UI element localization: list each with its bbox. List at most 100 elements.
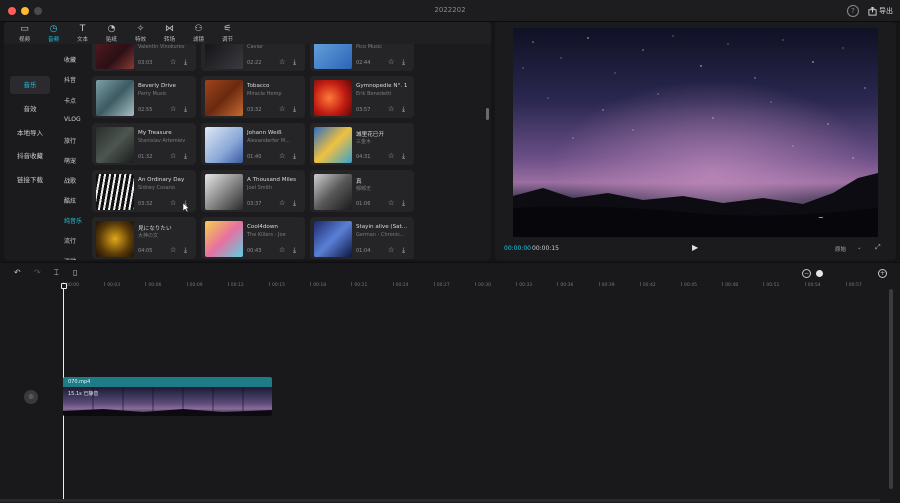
tab-transition[interactable]: ⋈ 转场 [155, 22, 184, 44]
timeline-vertical-scrollbar[interactable] [889, 289, 893, 489]
music-card[interactable]: Caviar 02:22 ☆ ⤓ [201, 44, 305, 71]
sidebar-item-local-import[interactable]: 本地导入 [10, 124, 50, 142]
category-battle[interactable]: 战歌 [64, 176, 76, 185]
category-travel[interactable]: 旅行 [64, 136, 76, 145]
download-icon[interactable]: ⤓ [184, 246, 187, 255]
download-icon[interactable]: ⤓ [184, 105, 187, 114]
help-button[interactable]: ? [847, 5, 859, 17]
favorite-star-icon[interactable]: ☆ [279, 105, 285, 113]
play-icon[interactable]: ▶ [692, 243, 698, 252]
download-icon[interactable]: ⤓ [293, 246, 296, 255]
category-cool[interactable]: 酷炫 [64, 196, 76, 205]
download-icon[interactable]: ⤓ [402, 246, 405, 255]
aspect-ratio-button[interactable]: 原始 [835, 245, 846, 253]
category-beat[interactable]: 卡点 [64, 96, 76, 105]
download-icon[interactable]: ⤓ [402, 105, 405, 114]
download-icon[interactable]: ⤓ [293, 58, 296, 67]
ruler-tick [722, 282, 724, 286]
category-vlog[interactable]: VLOG [64, 116, 81, 123]
favorite-star-icon[interactable]: ☆ [170, 246, 176, 254]
favorite-star-icon[interactable]: ☆ [388, 199, 394, 207]
download-icon[interactable]: ⤓ [402, 58, 405, 67]
music-card[interactable]: A Thousand Miles Joel Smith 03:37 ☆ ⤓ [201, 170, 305, 212]
ruler-tick-label: 00:33 [519, 283, 533, 288]
tab-adjust[interactable]: ⚟ 调节 [213, 22, 242, 44]
ruler-tick [310, 282, 312, 286]
tab-sticker[interactable]: ◔ 贴纸 [97, 22, 126, 44]
effects-icon: ✧ [136, 23, 145, 34]
music-card[interactable]: Stayin alive (Sat... German - Chronic...… [310, 217, 414, 259]
split-icon[interactable]: ⌶ [54, 268, 59, 278]
sidebar-item-sound-effects[interactable]: 音效 [10, 100, 50, 118]
music-card[interactable]: Johann Weiß Alexanderfer M... 01:40 ☆ ⤓ [201, 123, 305, 165]
track-cover-icon[interactable]: ◎ [24, 390, 38, 404]
music-card[interactable]: An Ordinary Day Sidney Cosano 03:32 ☆ ⤓ [92, 170, 196, 212]
category-sports[interactable]: 运动 [64, 256, 76, 260]
sidebar-item-link-download[interactable]: 链接下载 [10, 171, 50, 189]
favorite-star-icon[interactable]: ☆ [279, 152, 285, 160]
timeline-horizontal-scrollbar[interactable] [0, 499, 880, 502]
sidebar-item-music[interactable]: 音乐 [10, 76, 50, 94]
category-pop[interactable]: 流行 [64, 236, 76, 245]
music-card[interactable]: 真 郁郁无 01:06 ☆ ⤓ [310, 170, 414, 212]
music-card[interactable]: Pico Music 02:44 ☆ ⤓ [310, 44, 414, 71]
download-icon[interactable]: ⤓ [402, 199, 405, 208]
tab-filter[interactable]: ⚇ 滤镜 [184, 22, 213, 44]
music-card[interactable]: 城里花已开 三金木 04:31 ☆ ⤓ [310, 123, 414, 165]
favorite-star-icon[interactable]: ☆ [170, 152, 176, 160]
tab-video[interactable]: ▭ 视频 [10, 22, 39, 44]
download-icon[interactable]: ⤓ [184, 58, 187, 67]
category-douyin[interactable]: 抖音 [64, 75, 76, 84]
music-card[interactable]: Beverly Drive Perry Music 02:55 ☆ ⤓ [92, 76, 196, 118]
download-icon[interactable]: ⤓ [293, 105, 296, 114]
media-scrollbar[interactable] [486, 108, 489, 120]
tab-text[interactable]: T 文本 [68, 22, 97, 44]
undo-icon[interactable]: ↶ [14, 268, 21, 277]
favorite-star-icon[interactable]: ☆ [279, 58, 285, 66]
category-pets[interactable]: 萌宠 [64, 156, 76, 165]
category-favorites[interactable]: 收藏 [64, 55, 76, 64]
redo-icon[interactable]: ↷ [34, 268, 41, 277]
favorite-star-icon[interactable]: ☆ [279, 246, 285, 254]
audio-sidebar: 音乐 音效 本地导入 抖音收藏 链接下载 [4, 44, 54, 260]
chevron-down-icon[interactable]: ⌄ [857, 245, 862, 251]
delete-icon[interactable]: ▯ [73, 268, 77, 277]
favorite-star-icon[interactable]: ☆ [170, 58, 176, 66]
music-card[interactable]: Tobacco Miracle Hemp 03:32 ☆ ⤓ [201, 76, 305, 118]
favorite-star-icon[interactable]: ☆ [388, 105, 394, 113]
favorite-star-icon[interactable]: ☆ [388, 152, 394, 160]
music-card[interactable]: Gymnopedie N°. 1 Erik Benedetti 03:57 ☆ … [310, 76, 414, 118]
download-icon[interactable]: ⤓ [293, 152, 296, 161]
favorite-star-icon[interactable]: ☆ [170, 105, 176, 113]
download-icon[interactable]: ⤓ [402, 152, 405, 161]
favorite-star-icon[interactable]: ☆ [170, 199, 176, 207]
ruler-tick [763, 282, 765, 286]
music-card[interactable]: 見になりたい 大神の文 04:05 ☆ ⤓ [92, 217, 196, 259]
download-icon[interactable]: ⤓ [293, 199, 296, 208]
music-card[interactable]: Valentin Vinokurov 03:03 ☆ ⤓ [92, 44, 196, 71]
favorite-star-icon[interactable]: ☆ [388, 246, 394, 254]
favorite-star-icon[interactable]: ☆ [279, 199, 285, 207]
zoom-slider-handle[interactable] [816, 270, 823, 277]
download-icon[interactable]: ⤓ [184, 152, 187, 161]
music-card[interactable]: Cool4down The Killers - Joe 00:43 ☆ ⤓ [201, 217, 305, 259]
music-card[interactable]: My Treasure Stanislav Artemiev 01:32 ☆ ⤓ [92, 123, 196, 165]
export-button[interactable]: 导出 [865, 4, 896, 18]
clip-info: 15.1s 已静音 [68, 391, 99, 397]
album-cover [96, 174, 134, 210]
zoom-in-icon[interactable]: + [878, 269, 887, 278]
playhead-handle[interactable] [61, 283, 67, 289]
ruler-tick-label: 00:18 [313, 283, 327, 288]
ruler-tick [227, 282, 229, 286]
fullscreen-icon[interactable]: ⤢ [875, 243, 881, 252]
tab-effects[interactable]: ✧ 特效 [126, 22, 155, 44]
category-instrumental[interactable]: 纯音乐 [64, 216, 82, 225]
favorite-star-icon[interactable]: ☆ [388, 58, 394, 66]
sidebar-item-douyin-favorites[interactable]: 抖音收藏 [10, 147, 50, 165]
ruler-tick-label: 00:03 [107, 283, 121, 288]
ruler-tick-label: 00:09 [189, 283, 203, 288]
zoom-out-icon[interactable]: − [802, 269, 811, 278]
video-clip[interactable]: 070.mp4 15.1s 已静音 [63, 377, 272, 416]
timeline-ruler[interactable]: 00:00 00:03 00:06 00:09 00:12 00:15 00:18 00:21… [60, 282, 890, 292]
tab-audio[interactable]: ◷ 音频 [39, 22, 68, 44]
